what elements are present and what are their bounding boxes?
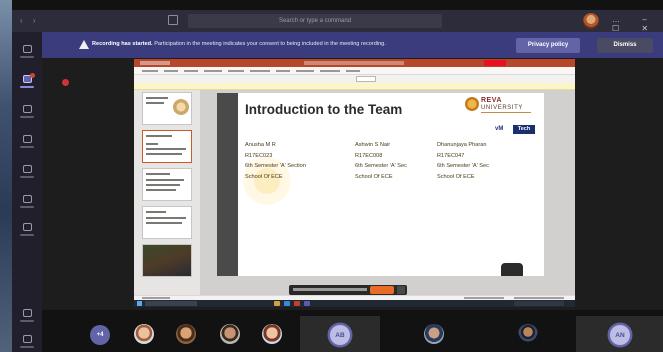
logo-subtitle: UNIVERSITY <box>481 105 524 111</box>
history-nav[interactable]: ‹ › <box>20 16 40 25</box>
sharing-control-bar <box>289 285 407 295</box>
rail-teams[interactable] <box>12 98 42 124</box>
member-semester: 6th Semester 'A' Sec <box>437 163 489 169</box>
windows-taskbar <box>134 300 575 307</box>
privacy-policy-button[interactable]: Privacy policy <box>516 38 580 53</box>
warning-icon <box>79 40 89 49</box>
participant-photo[interactable] <box>220 324 240 344</box>
partner-logo: vM <box>495 126 504 132</box>
logo-name: REVA <box>481 97 502 104</box>
protected-view-bar <box>134 83 575 90</box>
recording-banner: Recording has started. Participation in … <box>42 32 663 58</box>
app-rail <box>12 10 42 352</box>
presenter-thumbnail <box>501 263 523 276</box>
participant-strip: +4 AB AN <box>42 310 663 352</box>
member-name: Ashwin S Nair <box>355 142 391 148</box>
file-icon <box>22 222 32 231</box>
member-card: Dhanunjaya Pharan R17EC047 6th Semester … <box>437 142 489 184</box>
banner-title: Recording has started. <box>92 41 153 47</box>
rail-help[interactable] <box>12 328 42 352</box>
rail-files[interactable] <box>12 216 42 242</box>
member-card: Anusha M R R17EC023 6th Semester 'A' Sec… <box>245 142 306 184</box>
rail-assignments[interactable] <box>12 128 42 154</box>
slide-title: Introduction to the Team <box>245 102 403 117</box>
window-controls[interactable]: … – ☐ ✕ <box>612 15 663 33</box>
rail-calls[interactable] <box>12 188 42 214</box>
member-card: Ashwin S Nair R17EC008 6th Semester 'A' … <box>355 142 407 184</box>
powerpoint-icon[interactable] <box>294 301 300 306</box>
member-name: Anusha M R <box>245 142 276 148</box>
system-tray <box>514 301 564 306</box>
slide-thumbnail[interactable] <box>142 92 192 125</box>
rail-chat[interactable] <box>12 68 42 94</box>
member-name: Dhanunjaya Pharan <box>437 142 487 148</box>
banner-body: Participation in the meeting indicates y… <box>154 41 386 47</box>
meeting-stage: Introduction to the Team REVA UNIVERSITY… <box>42 58 663 310</box>
emblem-icon <box>465 97 479 111</box>
shared-screen: Introduction to the Team REVA UNIVERSITY… <box>134 59 575 307</box>
participant-initials: AB <box>330 325 350 345</box>
member-srn: R17EC023 <box>245 152 273 159</box>
browser-icon[interactable] <box>284 301 290 306</box>
title-bar: ‹ › Search or type a command … – ☐ ✕ <box>12 10 663 33</box>
teams-icon[interactable] <box>304 301 310 306</box>
rail-calendar[interactable] <box>12 158 42 184</box>
taskbar-search[interactable] <box>145 301 197 306</box>
slide-accent-band <box>217 93 238 276</box>
member-srn: R17EC008 <box>355 152 383 159</box>
participant-photo[interactable] <box>262 324 282 344</box>
powerpoint-ribbon <box>134 67 575 75</box>
more-participants-button[interactable]: +4 <box>90 325 110 345</box>
participant-tile[interactable]: AB <box>300 316 380 352</box>
slide-thumbnail[interactable] <box>142 244 192 277</box>
windows-start-icon[interactable] <box>137 301 142 306</box>
slide-thumbnail-selected[interactable] <box>142 130 192 163</box>
sharing-status <box>293 288 367 291</box>
recording-icon <box>62 79 69 86</box>
phone-icon <box>22 194 32 203</box>
member-semester: 6th Semester 'A' Sec <box>355 163 407 169</box>
profile-avatar[interactable] <box>583 13 599 29</box>
help-icon <box>22 334 32 343</box>
stop-sharing-button[interactable] <box>370 286 394 294</box>
powerpoint-toolbar <box>134 75 575 83</box>
current-slide: Introduction to the Team REVA UNIVERSITY… <box>217 93 544 276</box>
participant-photo[interactable] <box>424 324 444 344</box>
bell-icon <box>22 44 32 53</box>
university-logo: REVA UNIVERSITY vM Tech <box>465 97 539 137</box>
member-school: School Of ECE <box>437 173 475 180</box>
notification-badge <box>30 73 35 78</box>
rail-activity[interactable] <box>12 38 42 64</box>
slide-thumbnails <box>134 90 200 295</box>
member-school: School Of ECE <box>245 173 283 180</box>
member-semester: 6th Semester 'A' Section <box>245 163 306 169</box>
slide-thumbnail[interactable] <box>142 168 192 201</box>
slide-thumbnail[interactable] <box>142 206 192 239</box>
hide-icon[interactable] <box>397 286 405 294</box>
folder-icon[interactable] <box>274 301 280 306</box>
teams-icon <box>22 104 32 113</box>
dismiss-button[interactable]: Dismiss <box>597 38 653 53</box>
teams-meeting-window: ‹ › Search or type a command … – ☐ ✕ Rec… <box>0 0 663 352</box>
partner-badge: Tech <box>513 125 535 134</box>
participant-photo[interactable] <box>176 324 196 344</box>
search-input[interactable]: Search or type a command <box>188 14 442 28</box>
slide-editor: Introduction to the Team REVA UNIVERSITY… <box>200 90 575 295</box>
edit-icon[interactable] <box>168 15 178 25</box>
participant-photo[interactable] <box>134 324 154 344</box>
participant-photo[interactable] <box>518 324 538 344</box>
apps-icon <box>22 308 32 317</box>
assignments-icon <box>22 134 32 143</box>
calendar-icon <box>22 164 32 173</box>
desktop-background <box>0 0 12 352</box>
rail-apps[interactable] <box>12 302 42 328</box>
member-school: School Of ECE <box>355 173 393 180</box>
member-srn: R17EC047 <box>437 152 465 159</box>
participant-initials: AN <box>610 325 630 345</box>
banner-message: Recording has started. Participation in … <box>92 41 386 47</box>
powerpoint-titlebar <box>134 59 575 67</box>
participant-tile[interactable]: AN <box>576 316 663 352</box>
